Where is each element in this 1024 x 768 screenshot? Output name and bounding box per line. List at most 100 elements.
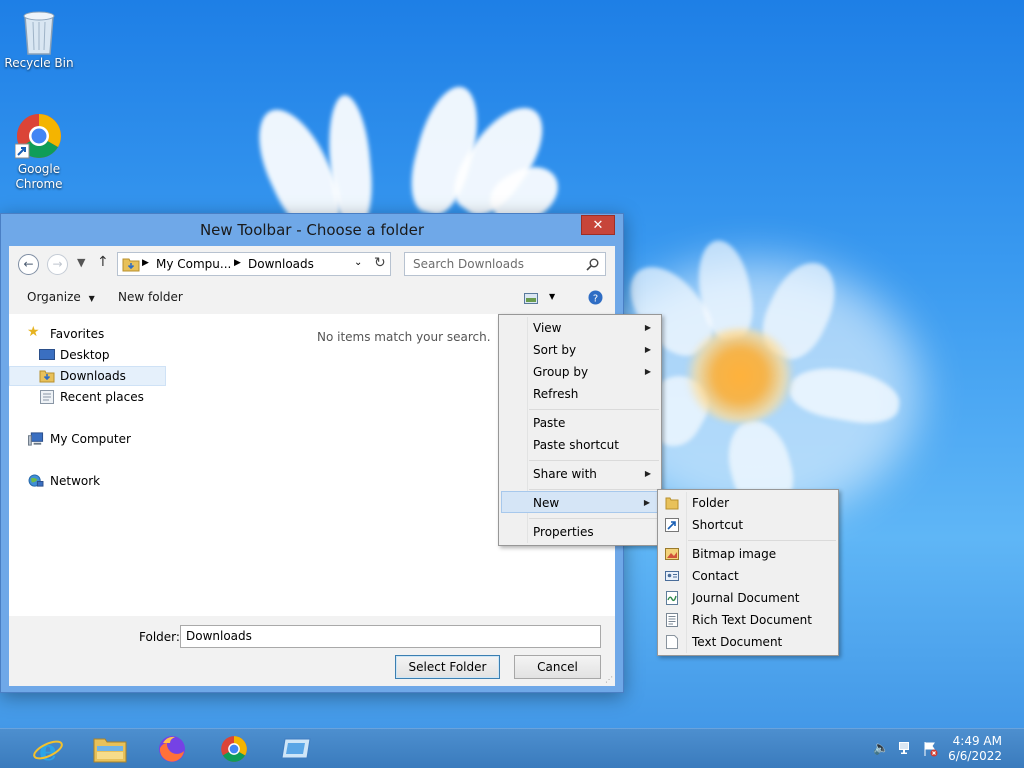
rich-text-document-icon <box>666 613 678 627</box>
help-icon[interactable]: ? <box>588 290 603 305</box>
dialog-title: New Toolbar - Choose a folder <box>199 221 425 239</box>
volume-muted-icon[interactable]: 🔈 <box>873 741 889 756</box>
taskbar-firefox[interactable] <box>148 732 198 766</box>
nav-recent-places[interactable]: Recent places <box>9 387 166 407</box>
breadcrumb-chevron-icon[interactable]: ▶ <box>234 258 241 268</box>
system-clock[interactable]: 4:49 AM 6/6/2022 <box>948 734 1002 764</box>
search-input[interactable]: Search Downloads <box>404 252 606 276</box>
new-journal-label: Journal Document <box>692 591 800 605</box>
nav-desktop[interactable]: Desktop <box>9 345 166 365</box>
menu-item-group-by[interactable]: Group by ▶ <box>501 361 659 383</box>
recycle-bin-desktop-icon[interactable]: Recycle Bin <box>1 6 77 71</box>
folder-icon <box>665 497 679 510</box>
menu-item-new[interactable]: New ▶ <box>501 491 659 513</box>
menu-separator <box>529 460 659 461</box>
network-status-icon[interactable] <box>898 741 914 756</box>
breadcrumb-my-computer[interactable]: My Compu... <box>156 257 231 271</box>
forward-button[interactable]: → <box>47 254 68 275</box>
menu-paste-shortcut-label: Paste shortcut <box>533 438 619 452</box>
command-bar: Organize ▼ New folder ▼ ? <box>9 282 615 312</box>
new-text-document-label: Text Document <box>692 635 783 649</box>
breadcrumb-downloads[interactable]: Downloads <box>248 257 314 271</box>
menu-separator <box>688 540 836 541</box>
menu-item-paste-shortcut[interactable]: Paste shortcut <box>501 434 659 456</box>
view-options-icon[interactable] <box>524 293 538 304</box>
recent-locations-chevron-icon[interactable]: ▼ <box>77 256 85 269</box>
organize-dropdown-icon: ▼ <box>88 294 95 303</box>
nav-favorites-label: Favorites <box>50 327 105 341</box>
new-text-document-item[interactable]: Text Document <box>660 631 836 653</box>
recent-places-icon <box>40 390 54 404</box>
taskbar-file-explorer[interactable] <box>85 732 135 766</box>
menu-share-with-label: Share with <box>533 467 597 481</box>
close-button[interactable]: ✕ <box>581 215 615 235</box>
address-chevron-icon[interactable]: ▶ <box>142 258 149 268</box>
back-button[interactable]: ← <box>18 254 39 275</box>
remote-desktop-icon <box>281 738 311 759</box>
folder-input[interactable]: Downloads <box>180 625 601 648</box>
new-folder-item[interactable]: Folder <box>660 492 836 514</box>
taskbar-remote-desktop[interactable] <box>272 732 322 766</box>
new-folder-label: Folder <box>692 496 730 510</box>
taskbar-internet-explorer[interactable]: e <box>22 732 72 766</box>
menu-separator <box>529 518 659 519</box>
nav-downloads[interactable]: Downloads <box>9 366 166 386</box>
nav-my-computer[interactable]: My Computer <box>9 429 166 449</box>
forward-arrow-icon: → <box>52 257 63 271</box>
menu-group-by-label: Group by <box>533 365 589 379</box>
svg-text:?: ? <box>593 294 598 305</box>
new-folder-button[interactable]: New folder <box>118 290 183 304</box>
menu-separator <box>529 489 659 490</box>
context-menu: View ▶ Sort by ▶ Group by ▶ Refresh Past… <box>498 314 662 546</box>
search-placeholder: Search Downloads <box>413 257 524 271</box>
new-bitmap-label: Bitmap image <box>692 547 777 561</box>
submenu-arrow-icon: ▶ <box>644 323 651 332</box>
menu-item-paste[interactable]: Paste <box>501 412 659 434</box>
up-arrow-icon[interactable]: ↑ <box>97 254 109 270</box>
network-icon <box>28 474 44 487</box>
address-dropdown-icon[interactable]: ⌄ <box>354 257 362 268</box>
clock-time: 4:49 AM <box>952 734 1002 748</box>
submenu-arrow-icon: ▶ <box>644 367 651 376</box>
refresh-icon[interactable]: ↻ <box>374 255 386 271</box>
resize-grip-icon[interactable]: ⋰ <box>605 675 613 684</box>
menu-new-label: New <box>533 496 560 510</box>
bitmap-image-icon <box>665 548 679 560</box>
new-rich-text-item[interactable]: Rich Text Document <box>660 609 836 631</box>
cancel-button[interactable]: Cancel <box>514 655 601 679</box>
empty-results-message: No items match your search. <box>317 330 491 344</box>
new-contact-item[interactable]: Contact <box>660 565 836 587</box>
clock-date: 6/6/2022 <box>948 749 1002 763</box>
journal-document-icon <box>666 591 678 605</box>
new-shortcut-label: Shortcut <box>692 518 744 532</box>
action-center-flag-icon[interactable] <box>922 741 938 757</box>
new-shortcut-item[interactable]: Shortcut <box>660 514 836 536</box>
menu-item-share-with[interactable]: Share with ▶ <box>501 463 659 485</box>
nav-favorites[interactable]: ★ Favorites <box>9 324 166 344</box>
new-bitmap-item[interactable]: Bitmap image <box>660 543 836 565</box>
new-journal-item[interactable]: Journal Document <box>660 587 836 609</box>
menu-properties-label: Properties <box>533 525 594 539</box>
menu-item-sort-by[interactable]: Sort by ▶ <box>501 339 659 361</box>
nav-my-computer-label: My Computer <box>50 432 131 446</box>
nav-network[interactable]: Network <box>9 471 166 491</box>
menu-item-refresh[interactable]: Refresh <box>501 383 659 405</box>
menu-item-view[interactable]: View ▶ <box>501 317 659 339</box>
submenu-arrow-icon: ▶ <box>643 498 650 507</box>
address-row: ← → ▼ ↑ ▶ My Compu... ▶ Downloads ⌄ ↻ Se… <box>9 246 615 280</box>
chrome-desktop-icon[interactable]: Google Chrome <box>1 112 77 192</box>
menu-refresh-label: Refresh <box>533 387 579 401</box>
taskbar: e 🔈 4:49 AM 6/6/2022 <box>0 728 1024 768</box>
address-bar[interactable]: ▶ My Compu... ▶ Downloads ⌄ ↻ <box>117 252 391 276</box>
taskbar-chrome[interactable] <box>210 732 260 766</box>
view-dropdown-icon[interactable]: ▼ <box>549 292 555 301</box>
star-icon: ★ <box>27 324 40 340</box>
select-folder-button[interactable]: Select Folder <box>395 655 500 679</box>
organize-button[interactable]: Organize ▼ <box>27 290 95 304</box>
new-rich-text-label: Rich Text Document <box>692 613 812 627</box>
text-document-icon <box>666 635 678 649</box>
dialog-footer: Folder: Downloads Select Folder Cancel ⋰ <box>9 618 615 686</box>
menu-item-properties[interactable]: Properties <box>501 521 659 543</box>
svg-text:e: e <box>39 734 57 764</box>
search-icon[interactable] <box>586 258 599 271</box>
